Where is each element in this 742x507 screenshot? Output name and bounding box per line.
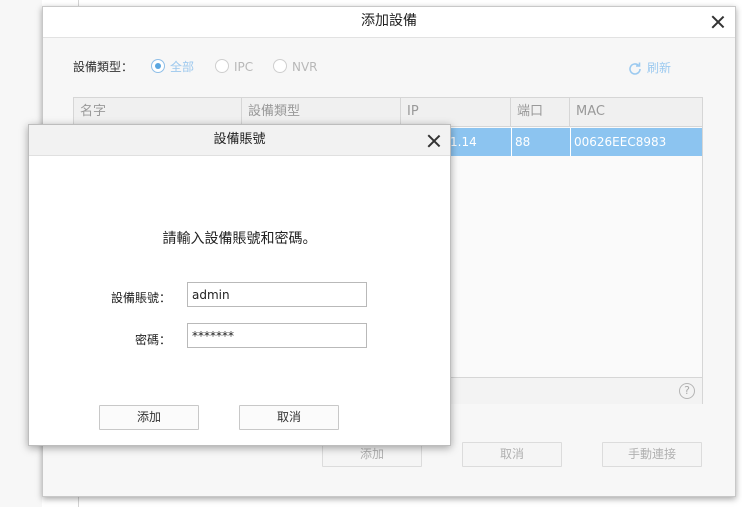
refresh-icon (629, 62, 641, 75)
help-icon[interactable]: ? (679, 383, 695, 399)
column-header-name[interactable]: 名字 (74, 98, 242, 126)
cell-mac: 00626EEC8983 (570, 128, 702, 156)
password-label: 密碼： (134, 333, 171, 347)
username-label: 設備賬號： (110, 291, 171, 305)
column-header-mac[interactable]: MAC (570, 98, 702, 126)
column-header-type[interactable]: 設備類型 (242, 98, 401, 126)
radio-all[interactable] (151, 59, 165, 73)
credentials-prompt: 請輸入設備賬號和密碼。 (162, 231, 317, 247)
username-input[interactable] (187, 282, 367, 307)
table-header: 名字 設備類型 IP 端口 MAC (74, 98, 702, 127)
refresh-button[interactable]: 刷新 (627, 58, 671, 78)
device-account-dialog: 設備賬號 請輸入設備賬號和密碼。 設備賬號： 密碼： 添加 取消 (28, 124, 451, 446)
account-dialog-titlebar: 設備賬號 (29, 125, 450, 156)
device-type-label: 設備類型： (73, 60, 134, 74)
account-add-button[interactable]: 添加 (99, 405, 199, 430)
radio-nvr-label: NVR (292, 60, 318, 74)
radio-ipc-label: IPC (234, 60, 254, 74)
refresh-label: 刷新 (647, 61, 672, 75)
close-icon[interactable] (427, 134, 441, 148)
account-cancel-button[interactable]: 取消 (239, 405, 339, 430)
radio-all-label: 全部 (170, 60, 195, 74)
close-icon[interactable] (711, 15, 725, 29)
cell-port: 88 (511, 128, 570, 156)
column-header-port[interactable]: 端口 (511, 98, 570, 126)
column-header-ip[interactable]: IP (401, 98, 511, 126)
dialog-titlebar: 添加設備 (43, 7, 735, 38)
dialog-title: 添加設備 (361, 13, 417, 29)
account-dialog-title: 設備賬號 (213, 132, 266, 147)
radio-nvr[interactable] (273, 59, 287, 73)
manual-connect-button[interactable]: 手動連接 (602, 442, 702, 467)
cancel-button[interactable]: 取消 (462, 442, 562, 467)
cell-ip: 1.14 (450, 135, 477, 149)
password-input[interactable] (187, 323, 367, 348)
radio-ipc[interactable] (215, 59, 229, 73)
